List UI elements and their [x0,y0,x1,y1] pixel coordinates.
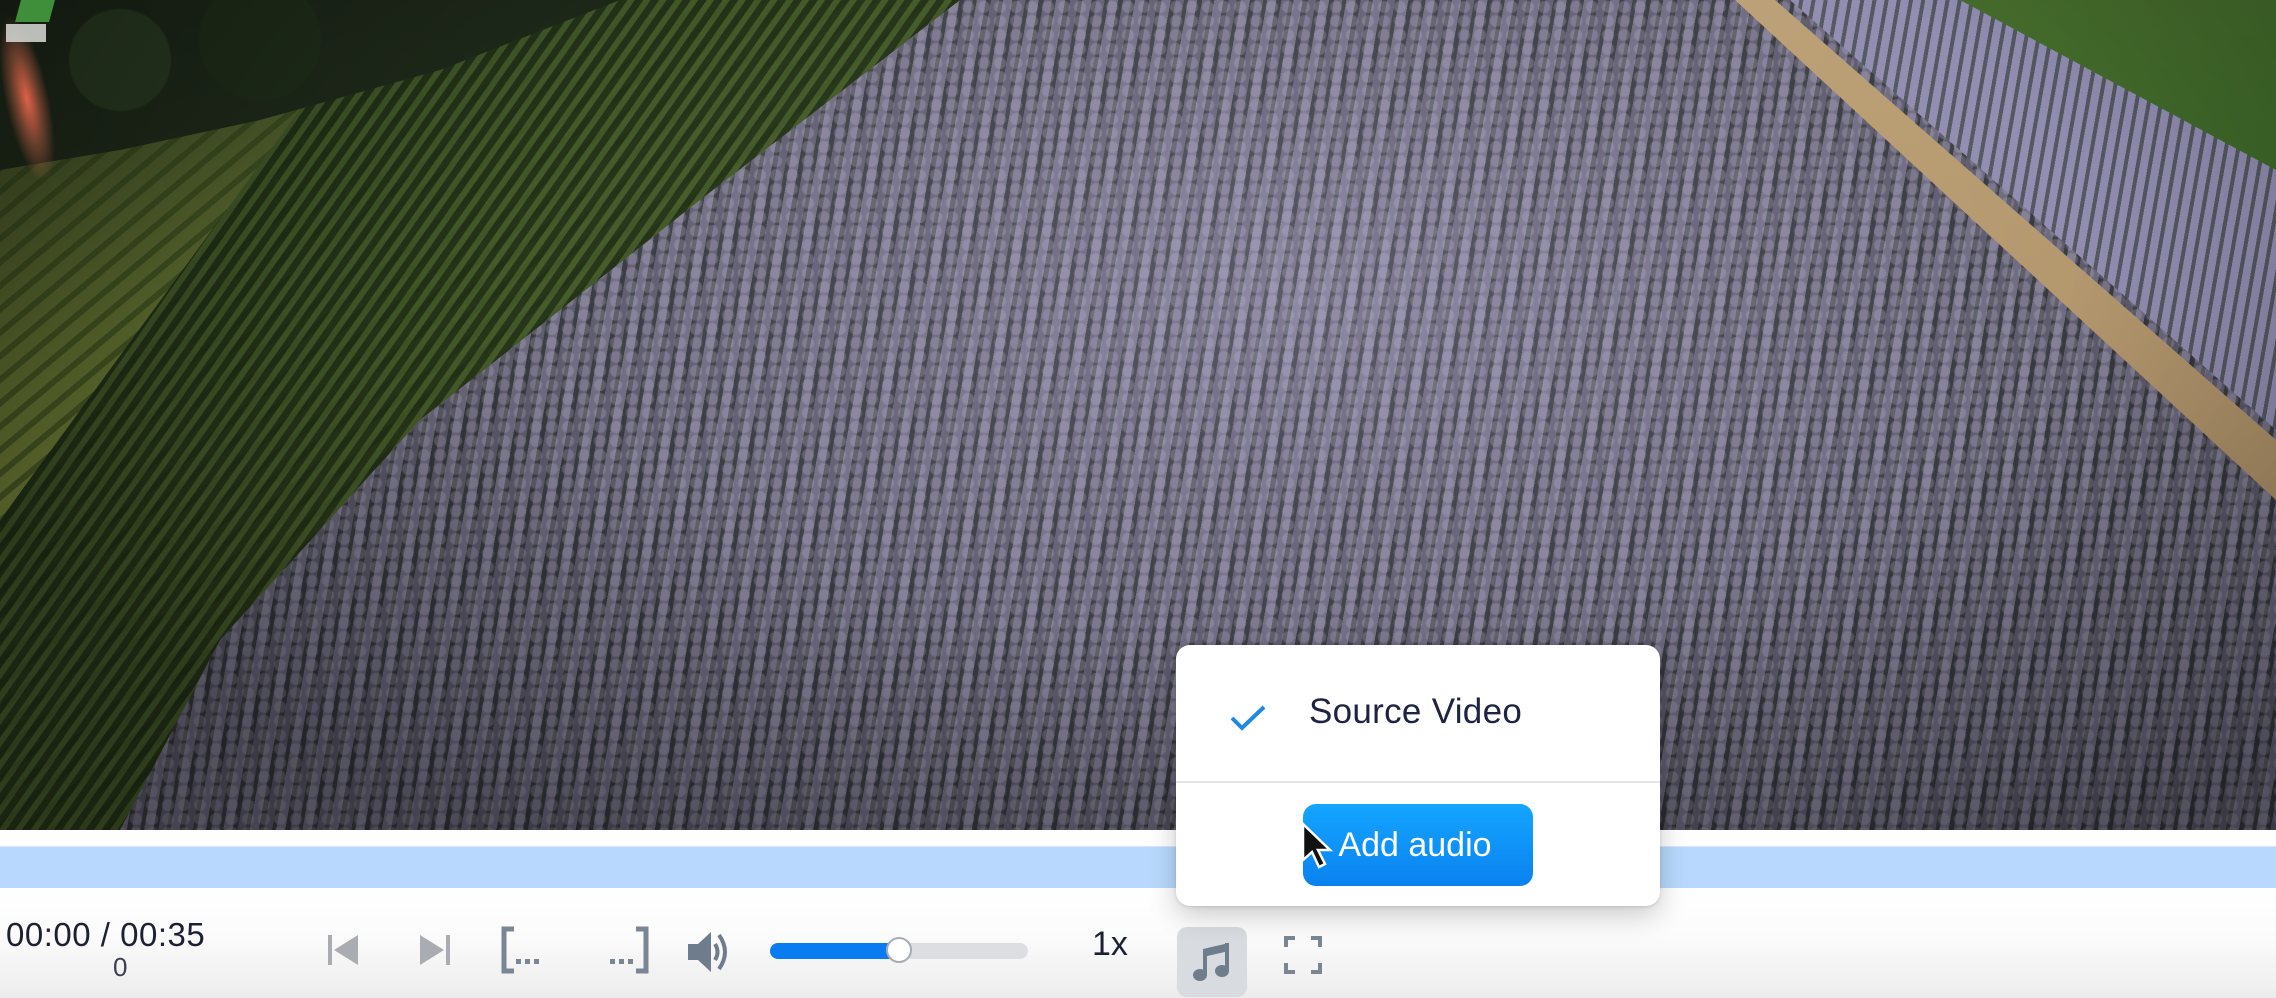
playback-speed-button[interactable]: 1x [1092,925,1128,964]
audio-source-menu: Source Video Add audio [1176,645,1660,906]
player-controls: 00:00 / 00:35 0 1x [0,888,2276,998]
mark-out-button[interactable] [600,922,656,978]
time-subline: 0 [113,952,128,982]
mark-in-bracket-icon [501,926,539,974]
mouse-cursor-icon [1301,822,1334,869]
checkmark-icon [1230,705,1266,731]
volume-handle[interactable] [886,937,912,963]
current-time: 00:00 [6,916,92,953]
menu-divider [1176,781,1660,783]
time-separator: / [100,916,111,953]
volume-button[interactable] [684,926,736,978]
video-vignette [0,0,2276,830]
music-note-icon [1193,943,1229,981]
video-frame[interactable] [0,0,2276,830]
volume-fill [770,943,899,959]
timeline-track[interactable] [0,846,2276,889]
fullscreen-icon [1284,936,1322,974]
skip-next-icon [420,935,450,965]
skip-next-button[interactable] [410,926,458,974]
mark-in-button[interactable] [496,922,552,978]
menu-item-source-video[interactable]: Source Video [1176,645,1660,781]
fullscreen-button[interactable] [1278,930,1328,980]
mark-out-bracket-icon [610,926,649,974]
audio-track-button[interactable] [1177,927,1247,997]
skip-previous-button[interactable] [320,926,368,974]
field-shelter [0,0,60,55]
menu-item-label: Source Video [1309,692,1523,731]
volume-slider[interactable] [770,937,1028,963]
duration: 00:35 [120,916,206,953]
time-display: 00:00 / 00:35 [6,916,205,954]
add-audio-button[interactable]: Add audio [1303,804,1533,886]
volume-icon [688,932,727,972]
skip-previous-icon [328,935,358,965]
